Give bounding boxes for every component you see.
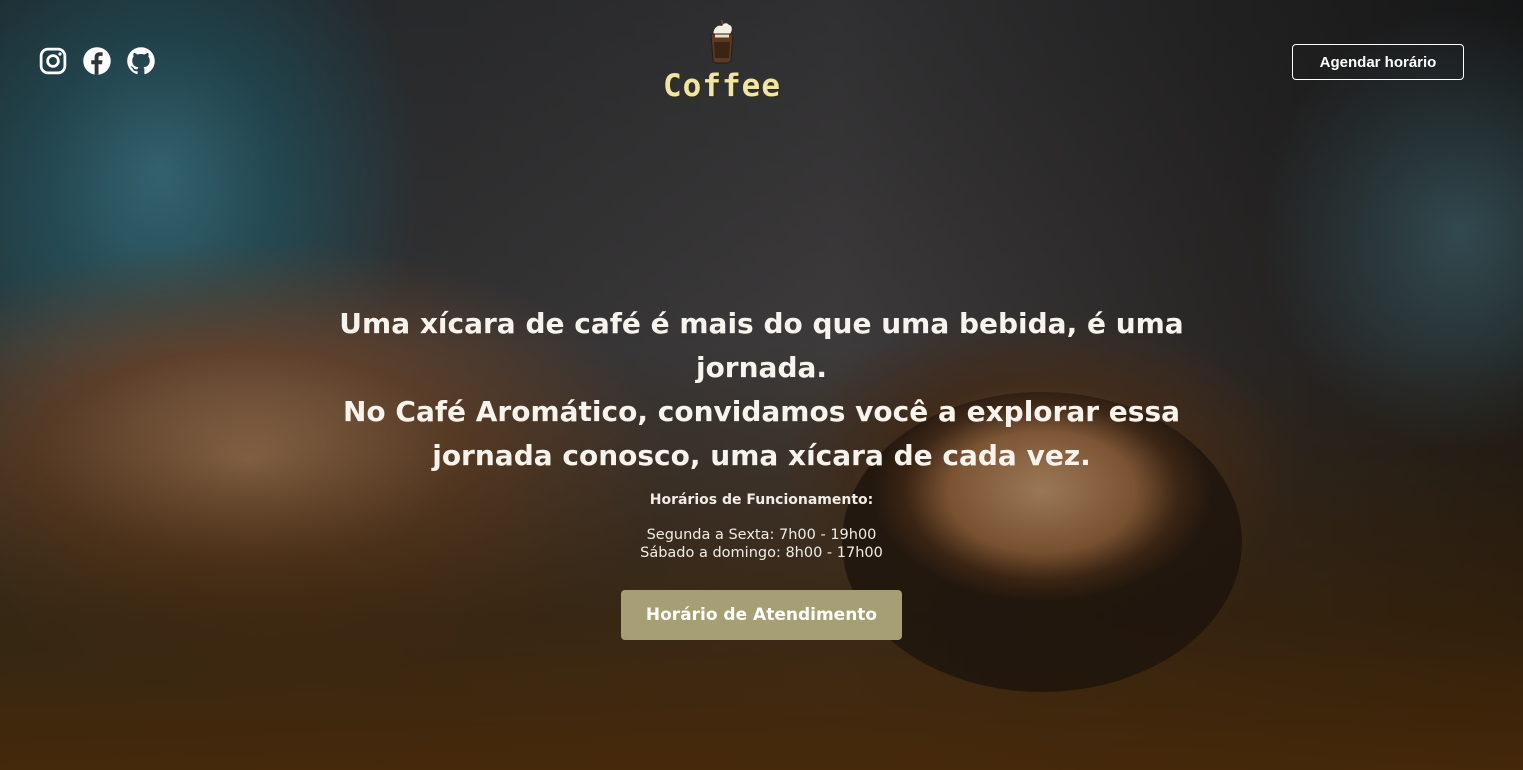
hero-headline: Uma xícara de café é mais do que uma beb… — [282, 302, 1242, 478]
schedule-button[interactable]: Agendar horário — [1292, 44, 1464, 80]
headline-line: jornada conosco, uma xícara de cada vez. — [432, 439, 1091, 472]
logo-text: Coffee — [663, 68, 781, 104]
instagram-icon — [39, 47, 67, 75]
headline-line: No Café Aromático, convidamos você a exp… — [342, 395, 1181, 428]
social-links — [38, 46, 156, 76]
top-bar: Coffee Agendar horário — [0, 0, 1523, 120]
coffee-cup-icon — [710, 20, 734, 64]
facebook-icon — [83, 47, 111, 75]
github-link[interactable] — [126, 46, 156, 76]
instagram-link[interactable] — [38, 46, 68, 76]
brand-logo[interactable]: Coffee — [652, 20, 792, 110]
facebook-link[interactable] — [82, 46, 112, 76]
hours-line-weekdays: Segunda a Sexta: 7h00 - 19h00 — [646, 527, 877, 543]
hours-list: Segunda a Sexta: 7h00 - 19h00 Sábado a d… — [0, 526, 1523, 562]
service-hours-button[interactable]: Horário de Atendimento — [621, 590, 902, 640]
github-icon — [127, 47, 155, 75]
hero-content: Uma xícara de café é mais do que uma beb… — [0, 302, 1523, 640]
hours-line-weekend: Sábado a domingo: 8h00 - 17h00 — [640, 545, 883, 561]
hours-title: Horários de Funcionamento: — [649, 492, 874, 508]
headline-line: Uma xícara de café é mais do que uma beb… — [339, 307, 1184, 384]
